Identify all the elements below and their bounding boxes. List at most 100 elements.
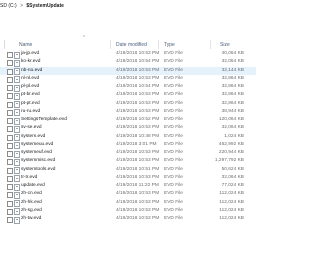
file-name: SettingsTemplate.evd	[21, 117, 67, 122]
file-name: sv-se.evd	[21, 125, 42, 131]
file-row[interactable]: ja-jp.evd 4/19/2018 10:53 PM EVD File 40,06…	[0, 50, 256, 59]
file-type: EVD File	[164, 100, 183, 106]
file-row[interactable]: sv-se.evd 4/19/2018 10:53 PM EVD File 32,06…	[0, 124, 256, 133]
file-type: EVD File	[164, 75, 183, 81]
file-name: systemmisc.evd	[21, 158, 56, 164]
row-checkbox[interactable]	[7, 126, 13, 133]
file-name: nb-no.evd	[21, 67, 43, 73]
row-checkbox[interactable]	[7, 134, 13, 141]
file-type: EVD File	[164, 92, 183, 98]
row-checkbox[interactable]	[7, 159, 13, 166]
file-size: 32,864 KB	[221, 100, 244, 106]
row-checkbox[interactable]	[7, 192, 13, 199]
file-size: 77,024 KB	[221, 183, 244, 188]
file-name: ko-kr.evd	[21, 59, 41, 65]
file-name: pt-br.evd	[21, 92, 40, 98]
file-type: EVD File	[164, 199, 183, 205]
row-checkbox[interactable]	[7, 60, 13, 67]
file-date: 4/19/2018 10:53 PM	[116, 51, 160, 56]
breadcrumb[interactable]: SD (C:) > $SystemUpdate	[0, 0, 256, 13]
row-checkbox[interactable]	[7, 93, 13, 100]
column-header-size[interactable]: Size	[220, 40, 230, 50]
file-row[interactable]: pt-pt.evd 4/19/2018 10:53 PM EVD File 32,86…	[0, 100, 256, 109]
column-header-name[interactable]: Name	[19, 40, 32, 50]
file-size: 40,064 KB	[221, 51, 244, 56]
row-checkbox[interactable]	[7, 76, 13, 83]
file-type: EVD File	[164, 117, 183, 122]
file-row[interactable]: system.evd 4/19/2018 10:48 PM EVD File 1,02…	[0, 133, 256, 142]
row-checkbox[interactable]	[7, 151, 13, 157]
file-row[interactable]: pt-br.evd 4/19/2018 10:53 PM EVD File 32,86…	[0, 91, 256, 100]
file-type: EVD File	[164, 133, 183, 139]
file-row[interactable]: systemmisc.evd 4/19/2018 10:53 PM EVD File…	[0, 157, 256, 166]
file-name: systemtools.evd	[21, 166, 56, 172]
row-checkbox[interactable]	[7, 175, 13, 182]
file-row[interactable]: ko-kr.evd 4/19/2018 10:54 PM EVD File 32,06…	[0, 58, 256, 67]
file-row[interactable]: zh-hk.evd 4/19/2018 10:53 PM EVD File 112,0…	[0, 199, 256, 208]
file-date: 4/19/2018 10:51 PM	[116, 166, 160, 172]
file-name: zh-tw.evd	[21, 216, 42, 221]
file-row[interactable]: zh-cn.evd 4/19/2018 10:53 PM EVD File 112,0…	[0, 190, 256, 199]
file-name: update.evd	[21, 183, 45, 188]
file-name: system.evd	[21, 133, 46, 139]
column-divider[interactable]	[110, 40, 111, 49]
file-type: EVD File	[164, 84, 183, 89]
file-type: EVD File	[164, 183, 183, 188]
file-icon	[14, 216, 20, 224]
file-row[interactable]: systemtools.evd 4/19/2018 10:51 PM EVD Fil…	[0, 166, 256, 175]
file-date: 4/19/2018 10:54 PM	[116, 84, 160, 89]
file-name: tr-tr.evd	[21, 174, 38, 180]
file-size: 38,944 KB	[221, 108, 244, 114]
row-checkbox[interactable]	[7, 184, 13, 190]
column-divider[interactable]	[210, 40, 211, 49]
row-checkbox[interactable]	[7, 142, 13, 149]
row-checkbox[interactable]	[7, 208, 13, 215]
file-row[interactable]: systemeuf.evd 4/19/2018 10:53 PM EVD File 2…	[0, 149, 256, 158]
row-checkbox[interactable]	[7, 101, 13, 108]
file-date: 4/19/2018 10:53 PM	[116, 158, 160, 164]
breadcrumb-drive[interactable]: SD (C:)	[0, 0, 17, 13]
file-date: 4/19/2018 10:53 PM	[116, 100, 160, 106]
file-name: ru-ru.evd	[21, 108, 41, 114]
row-checkbox[interactable]	[7, 109, 13, 116]
file-size: 112,024 KB	[219, 216, 244, 221]
file-size: 50,624 KB	[221, 166, 244, 172]
file-date: 4/19/2018 10:53 PM	[116, 75, 160, 81]
row-checkbox[interactable]	[7, 167, 13, 174]
file-date: 4/19/2018 10:53 PM	[116, 191, 160, 197]
breadcrumb-folder[interactable]: $SystemUpdate	[26, 0, 64, 13]
file-row[interactable]: zh-sg.evd 4/19/2018 10:53 PM EVD File 112,0…	[0, 207, 256, 216]
file-row[interactable]: nl-nl.evd 4/19/2018 10:53 PM EVD File 32,86…	[0, 75, 256, 84]
file-name: nl-nl.evd	[21, 75, 40, 81]
address-bar[interactable]: SD (C:) > $SystemUpdate	[0, 0, 256, 36]
column-header-date[interactable]: Date modified	[116, 40, 147, 50]
file-type: EVD File	[164, 158, 183, 164]
file-type: EVD File	[164, 59, 183, 65]
column-divider[interactable]	[158, 40, 159, 49]
file-date: 4/19/2018 10:53 PM	[116, 125, 160, 131]
file-row[interactable]: tr-tr.evd 4/19/2018 10:53 PM EVD File 32,06…	[0, 174, 256, 183]
row-checkbox[interactable]	[7, 217, 13, 223]
file-row[interactable]: update.evd 4/19/2018 11:22 PM EVD File 77,0…	[0, 182, 256, 191]
file-size: 1,024 KB	[224, 133, 244, 139]
file-date: 4/19/2018 10:53 PM	[116, 207, 160, 213]
file-row[interactable]: nb-no.evd 4/19/2018 10:53 PM EVD File 32,14…	[0, 66, 256, 76]
file-row[interactable]: SettingsTemplate.evd 4/19/2018 10:52 PM EV…	[0, 116, 256, 125]
file-row[interactable]: pl-pl.evd 4/19/2018 10:54 PM EVD File 32,86…	[0, 83, 256, 92]
row-checkbox[interactable]	[7, 68, 13, 75]
row-checkbox[interactable]	[7, 200, 13, 207]
file-size: 112,024 KB	[219, 191, 244, 197]
file-type: EVD File	[164, 150, 183, 155]
file-size: 32,864 KB	[221, 92, 244, 98]
file-row[interactable]: zh-tw.evd 4/19/2018 10:53 PM EVD File 112,0…	[0, 215, 256, 224]
row-checkbox[interactable]	[7, 52, 13, 58]
file-name: zh-hk.evd	[21, 199, 42, 205]
row-checkbox[interactable]	[7, 118, 13, 124]
file-size: 1,297,792 KB	[214, 158, 244, 164]
row-checkbox[interactable]	[7, 85, 13, 91]
file-row[interactable]: ru-ru.evd 4/19/2018 10:53 PM EVD File 38,94…	[0, 108, 256, 117]
column-header-type[interactable]: Type	[164, 40, 175, 50]
file-row[interactable]: systemeuu.evd 4/19/2018 3:01 PM EVD File 46…	[0, 141, 256, 150]
column-header: Name Date modified Type Size	[0, 40, 256, 50]
file-date: 4/19/2018 10:53 PM	[116, 108, 160, 114]
